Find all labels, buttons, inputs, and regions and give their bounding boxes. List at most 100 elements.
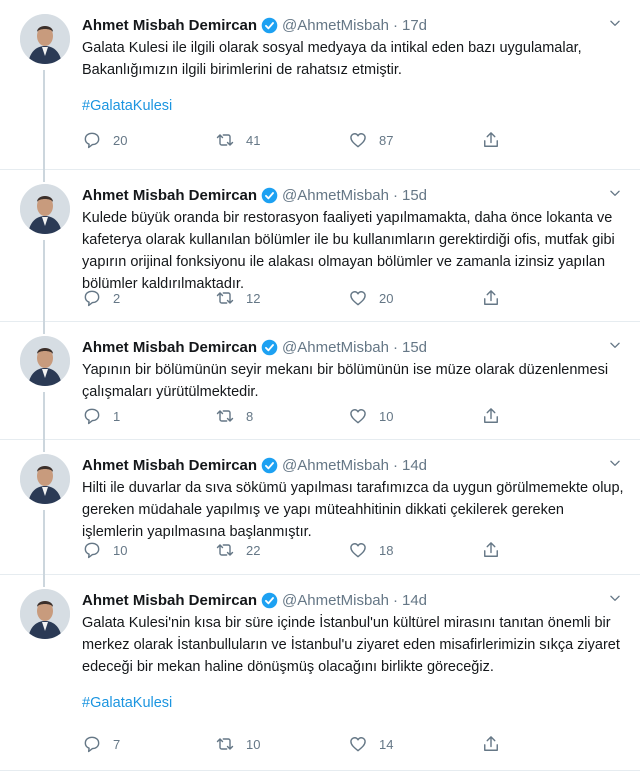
reply-count: 1	[113, 408, 121, 424]
reply-button[interactable]: 20	[82, 130, 215, 150]
retweet-icon	[216, 134, 234, 146]
thread-connector	[43, 392, 45, 440]
retweet-icon	[216, 292, 234, 304]
author-handle[interactable]: @AhmetMisbah	[282, 457, 389, 474]
like-count: 10	[379, 408, 394, 424]
like-icon	[350, 133, 366, 148]
thread-connector	[43, 322, 45, 334]
like-button[interactable]: 14	[348, 734, 481, 754]
chevron-down-icon[interactable]	[608, 456, 622, 470]
retweet-button[interactable]: 8	[215, 406, 348, 426]
reply-button[interactable]: 10	[82, 540, 215, 560]
verified-badge-icon	[261, 17, 278, 33]
tweet-timestamp[interactable]: 14d	[402, 457, 427, 474]
tweet-timestamp[interactable]: 15d	[402, 339, 427, 356]
tweet-actions: 1 8 10	[82, 406, 512, 426]
separator: ·	[392, 591, 398, 609]
retweet-button[interactable]: 41	[215, 130, 348, 150]
retweet-count: 41	[246, 132, 261, 148]
chevron-down-icon[interactable]	[608, 186, 622, 200]
tweet-actions: 10 22 18	[82, 540, 512, 560]
like-count: 18	[379, 542, 394, 558]
like-icon	[350, 291, 366, 306]
author-handle[interactable]: @AhmetMisbah	[282, 187, 389, 204]
reply-button[interactable]: 2	[82, 288, 215, 308]
avatar-image	[20, 336, 70, 386]
tweet-timestamp[interactable]: 17d	[402, 17, 427, 34]
author-name[interactable]: Ahmet Misbah Demircan	[82, 592, 257, 609]
separator: ·	[392, 338, 398, 356]
like-button[interactable]: 18	[348, 540, 481, 560]
retweet-button[interactable]: 12	[215, 288, 348, 308]
tweet[interactable]: Ahmet Misbah Demircan @AhmetMisbah · 14d…	[0, 440, 640, 575]
reply-button[interactable]: 1	[82, 406, 215, 426]
tweet[interactable]: Ahmet Misbah Demircan @AhmetMisbah · 14d…	[0, 575, 640, 771]
avatar-image	[20, 14, 70, 64]
hashtag-link[interactable]: #GalataKulesi	[82, 692, 626, 714]
author-handle[interactable]: @AhmetMisbah	[282, 17, 389, 34]
retweet-count: 10	[246, 736, 261, 752]
share-button[interactable]	[481, 734, 512, 754]
chevron-down-icon[interactable]	[608, 338, 622, 352]
retweet-count: 12	[246, 290, 261, 306]
chevron-down-icon[interactable]	[608, 16, 622, 30]
like-button[interactable]: 87	[348, 130, 481, 150]
reply-count: 2	[113, 290, 121, 306]
reply-count: 20	[113, 132, 128, 148]
verified-badge-icon	[261, 592, 278, 608]
share-icon	[484, 408, 498, 423]
avatar[interactable]	[20, 184, 70, 234]
avatar-image	[20, 589, 70, 639]
tweet-actions: 20 41 87	[82, 130, 512, 150]
like-button[interactable]: 10	[348, 406, 481, 426]
reply-count: 10	[113, 542, 128, 558]
author-name[interactable]: Ahmet Misbah Demircan	[82, 339, 257, 356]
share-button[interactable]	[481, 406, 512, 426]
avatar[interactable]	[20, 589, 70, 639]
separator: ·	[392, 16, 398, 34]
tweet-timestamp[interactable]: 15d	[402, 187, 427, 204]
hashtag-link[interactable]: #GalataKulesi	[82, 95, 626, 117]
avatar[interactable]	[20, 14, 70, 64]
separator: ·	[392, 186, 398, 204]
author-name[interactable]: Ahmet Misbah Demircan	[82, 17, 257, 34]
tweet[interactable]: Ahmet Misbah Demircan @AhmetMisbah · 17d…	[0, 0, 640, 170]
author-name[interactable]: Ahmet Misbah Demircan	[82, 457, 257, 474]
chevron-down-icon[interactable]	[608, 591, 622, 605]
tweet[interactable]: Ahmet Misbah Demircan @AhmetMisbah · 15d…	[0, 322, 640, 440]
thread-connector	[43, 440, 45, 452]
thread-connector	[43, 510, 45, 575]
share-button[interactable]	[481, 130, 512, 150]
like-icon	[350, 543, 366, 558]
author-handle[interactable]: @AhmetMisbah	[282, 339, 389, 356]
verified-badge-icon	[261, 339, 278, 355]
tweet-text: Hilti ile duvarlar da sıva sökümü yapılm…	[82, 480, 624, 540]
avatar[interactable]	[20, 454, 70, 504]
share-button[interactable]	[481, 288, 512, 308]
tweet-actions: 2 12 20	[82, 288, 512, 308]
reply-icon	[84, 290, 100, 307]
tweet-text: Kulede büyük oranda bir restorasyon faal…	[82, 210, 615, 292]
share-button[interactable]	[481, 540, 512, 560]
like-count: 20	[379, 290, 394, 306]
verified-badge-icon	[261, 187, 278, 203]
tweet-text: Yapının bir bölümünün seyir mekanı bir b…	[82, 362, 609, 399]
reply-icon	[84, 408, 100, 425]
like-icon	[350, 737, 366, 752]
retweet-icon	[216, 738, 234, 750]
share-icon	[484, 736, 498, 751]
reply-count: 7	[113, 736, 121, 752]
share-icon	[484, 132, 498, 147]
retweet-button[interactable]: 10	[215, 734, 348, 754]
thread-connector	[43, 575, 45, 587]
separator: ·	[392, 456, 398, 474]
author-name[interactable]: Ahmet Misbah Demircan	[82, 187, 257, 204]
avatar[interactable]	[20, 336, 70, 386]
avatar-image	[20, 454, 70, 504]
reply-button[interactable]: 7	[82, 734, 215, 754]
tweet[interactable]: Ahmet Misbah Demircan @AhmetMisbah · 15d…	[0, 170, 640, 322]
author-handle[interactable]: @AhmetMisbah	[282, 592, 389, 609]
tweet-timestamp[interactable]: 14d	[402, 592, 427, 609]
like-button[interactable]: 20	[348, 288, 481, 308]
retweet-button[interactable]: 22	[215, 540, 348, 560]
